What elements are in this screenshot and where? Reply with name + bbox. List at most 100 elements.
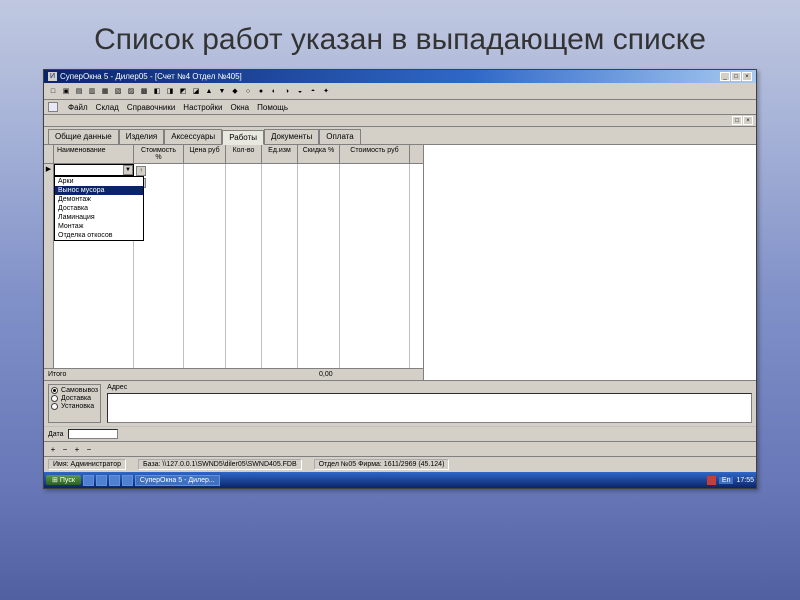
toolbar-btn[interactable]: ◩ bbox=[177, 85, 189, 97]
date-input[interactable] bbox=[68, 429, 118, 439]
minimize-button[interactable]: _ bbox=[720, 72, 730, 81]
doc-icon bbox=[48, 102, 58, 112]
col-marker bbox=[44, 145, 54, 163]
toolbar-btn[interactable]: ▥ bbox=[86, 85, 98, 97]
menu-file[interactable]: Файл bbox=[68, 103, 88, 112]
qty-up-button[interactable]: ↑ bbox=[136, 166, 146, 176]
date-label: Дата bbox=[48, 431, 64, 438]
toolbar-btn[interactable]: ▨ bbox=[125, 85, 137, 97]
total-value: 0,00 bbox=[319, 371, 419, 378]
add-button[interactable]: + bbox=[48, 444, 58, 454]
row-indicator: ▶ bbox=[44, 164, 54, 368]
tab-products[interactable]: Изделия bbox=[119, 129, 165, 144]
col-unit[interactable]: Ед.изм bbox=[262, 145, 298, 163]
dd-item[interactable]: Доставка bbox=[55, 204, 143, 213]
radio-icon bbox=[51, 395, 58, 402]
col-cost-rub[interactable]: Стоимость руб bbox=[340, 145, 410, 163]
tab-general[interactable]: Общие данные bbox=[48, 129, 119, 144]
status-db: База: \\127.0.0.1\SWND5\diler05\SWND405.… bbox=[138, 459, 302, 470]
delivery-radio-group: Самовывоз Доставка Установка bbox=[48, 384, 101, 423]
tab-payment[interactable]: Оплата bbox=[319, 129, 361, 144]
menu-sklad[interactable]: Склад bbox=[96, 103, 119, 112]
close-button[interactable]: × bbox=[742, 72, 752, 81]
dd-item[interactable]: Ламинация bbox=[55, 213, 143, 222]
app-icon: И bbox=[48, 72, 57, 81]
radio-pickup[interactable]: Самовывоз bbox=[51, 387, 98, 394]
menu-help[interactable]: Помощь bbox=[257, 103, 288, 112]
toolbar-btn[interactable]: ◪ bbox=[190, 85, 202, 97]
quick-launch[interactable] bbox=[83, 475, 94, 486]
remove-button[interactable]: − bbox=[60, 444, 70, 454]
col-qty[interactable]: Кол-во bbox=[226, 145, 262, 163]
work-name-dropdown[interactable]: ▼ bbox=[54, 164, 134, 176]
toolbar-btn[interactable]: ▼ bbox=[216, 85, 228, 97]
system-tray: En 17:55 bbox=[707, 476, 754, 485]
start-icon: ⊞ bbox=[52, 476, 58, 484]
toolbar-btn[interactable]: ▤ bbox=[73, 85, 85, 97]
radio-label: Установка bbox=[61, 403, 94, 410]
language-indicator[interactable]: En bbox=[719, 477, 734, 484]
dd-item[interactable]: Вынос мусора bbox=[55, 186, 143, 195]
address-input[interactable] bbox=[107, 393, 752, 423]
toolbar-btn[interactable]: ◑ bbox=[281, 85, 293, 97]
statusbar: Имя: Администратор База: \\127.0.0.1\SWN… bbox=[44, 456, 756, 472]
dd-item[interactable]: Демонтаж bbox=[55, 195, 143, 204]
clock[interactable]: 17:55 bbox=[736, 477, 754, 484]
toolbar-btn[interactable]: ○ bbox=[242, 85, 254, 97]
menu-windows[interactable]: Окна bbox=[231, 103, 250, 112]
toolbar-btn[interactable]: ▲ bbox=[203, 85, 215, 97]
dd-item[interactable]: Арки bbox=[55, 177, 143, 186]
taskbar: ⊞ Пуск СуперОкна 5 - Дилер... En 17:55 bbox=[44, 472, 756, 488]
toolbar-btn[interactable]: ▧ bbox=[112, 85, 124, 97]
radio-install[interactable]: Установка bbox=[51, 403, 98, 410]
inner-close-button[interactable]: × bbox=[743, 116, 753, 125]
toolbar-btn[interactable]: ◨ bbox=[164, 85, 176, 97]
tab-documents[interactable]: Документы bbox=[264, 129, 319, 144]
toolbar-btn[interactable]: ▦ bbox=[99, 85, 111, 97]
tab-works[interactable]: Работы bbox=[222, 130, 264, 145]
inner-max-button[interactable]: □ bbox=[732, 116, 742, 125]
taskbar-task[interactable]: СуперОкна 5 - Дилер... bbox=[135, 475, 220, 486]
dropdown-list[interactable]: Арки Вынос мусора Демонтаж Доставка Лами… bbox=[54, 176, 144, 241]
radio-icon bbox=[51, 403, 58, 410]
dropdown-arrow-icon[interactable]: ▼ bbox=[123, 165, 133, 175]
quick-launch[interactable] bbox=[96, 475, 107, 486]
tray-icon[interactable] bbox=[707, 476, 716, 485]
window-title: СуперОкна 5 - Дилер05 - [Счет №4 Отдел №… bbox=[60, 72, 242, 81]
grid-body[interactable]: ▶ ▼ Арки Вынос мусора Демонтаж bbox=[44, 164, 423, 368]
grid-area: Наименование Стоимость % Цена руб Кол-во… bbox=[44, 145, 424, 380]
dd-item[interactable]: Монтаж bbox=[55, 222, 143, 231]
menubar: Файл Склад Справочники Настройки Окна По… bbox=[44, 100, 756, 115]
maximize-button[interactable]: □ bbox=[731, 72, 741, 81]
toolbar-btn[interactable]: ✦ bbox=[320, 85, 332, 97]
dd-item[interactable]: Отделка откосов bbox=[55, 231, 143, 240]
inner-title: □ × bbox=[44, 115, 756, 127]
col-discount[interactable]: Скидка % bbox=[298, 145, 340, 163]
start-button[interactable]: ⊞ Пуск bbox=[46, 475, 81, 485]
status-dept: Отдел №05 Фирма: 1611/2969 (45.124) bbox=[314, 459, 450, 470]
toolbar-btn[interactable]: □ bbox=[47, 85, 59, 97]
bottom-section: Самовывоз Доставка Установка Адрес bbox=[44, 380, 756, 426]
toolbar-btn[interactable]: ◓ bbox=[307, 85, 319, 97]
menu-sprav[interactable]: Справочники bbox=[127, 103, 175, 112]
toolbar-btn[interactable]: ◆ bbox=[229, 85, 241, 97]
content-area: Наименование Стоимость % Цена руб Кол-во… bbox=[44, 144, 756, 380]
toolbar-btn[interactable]: ◐ bbox=[268, 85, 280, 97]
add2-button[interactable]: + bbox=[72, 444, 82, 454]
col-name[interactable]: Наименование bbox=[54, 145, 134, 163]
col-price[interactable]: Цена руб bbox=[184, 145, 226, 163]
grid-header: Наименование Стоимость % Цена руб Кол-во… bbox=[44, 145, 423, 164]
toolbar-btn[interactable]: ● bbox=[255, 85, 267, 97]
tab-accessories[interactable]: Аксессуары bbox=[164, 129, 222, 144]
toolbar-btn[interactable]: ▣ bbox=[60, 85, 72, 97]
quick-launch[interactable] bbox=[109, 475, 120, 486]
toolbar-btn[interactable]: ◧ bbox=[151, 85, 163, 97]
toolbar-btn[interactable]: ◒ bbox=[294, 85, 306, 97]
toolbar-btn[interactable]: ▩ bbox=[138, 85, 150, 97]
menu-settings[interactable]: Настройки bbox=[183, 103, 222, 112]
radio-label: Самовывоз bbox=[61, 387, 98, 394]
quick-launch[interactable] bbox=[122, 475, 133, 486]
col-cost-pct[interactable]: Стоимость % bbox=[134, 145, 184, 163]
remove2-button[interactable]: − bbox=[84, 444, 94, 454]
radio-delivery[interactable]: Доставка bbox=[51, 395, 98, 402]
